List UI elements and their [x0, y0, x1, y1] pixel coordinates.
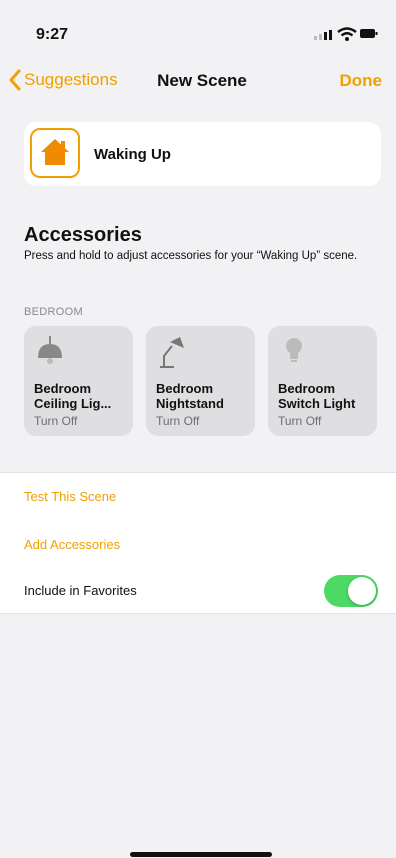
wifi-icon: [337, 27, 357, 41]
scene-name: Waking Up: [94, 146, 171, 163]
accessory-tile-switch-light[interactable]: Bedroom Switch Light Turn Off: [268, 326, 377, 436]
status-icons: [314, 27, 378, 41]
accessory-name: Bedroom Ceiling Lig...: [34, 381, 112, 411]
status-bar: 9:27: [0, 0, 396, 58]
test-scene-button[interactable]: Test This Scene: [24, 489, 116, 504]
scene-name-card[interactable]: Waking Up: [24, 122, 381, 186]
accessory-name: Bedroom Nightstand: [156, 381, 224, 411]
page-title: New Scene: [157, 71, 247, 90]
accessories-description: Press and hold to adjust accessories for…: [24, 250, 358, 262]
favorites-toggle[interactable]: [324, 575, 378, 607]
house-icon: [41, 139, 69, 165]
status-time: 9:27: [36, 26, 69, 43]
ceiling-light-icon: [38, 336, 62, 364]
battery-icon: [360, 29, 378, 38]
toggle-knob: [348, 577, 376, 605]
done-button[interactable]: Done: [340, 71, 383, 91]
navigation-bar: Suggestions New Scene Done: [0, 62, 396, 98]
accessory-status: Turn Off: [156, 414, 200, 428]
room-label: BEDROOM: [24, 306, 83, 318]
add-accessories-button[interactable]: Add Accessories: [24, 537, 120, 552]
accessory-tile-nightstand[interactable]: Bedroom Nightstand Turn Off: [146, 326, 255, 436]
signal-icon: [314, 30, 332, 40]
desk-lamp-icon: [160, 337, 184, 368]
favorites-label: Include in Favorites: [24, 583, 137, 598]
accessory-tile-ceiling-light[interactable]: Bedroom Ceiling Lig... Turn Off: [24, 326, 133, 436]
accessory-status: Turn Off: [278, 414, 322, 428]
light-bulb-icon: [286, 338, 302, 362]
scene-actions-section: Test This Scene Add Accessories Include …: [0, 472, 396, 614]
accessory-status: Turn Off: [34, 414, 78, 428]
scene-icon-button[interactable]: [30, 128, 80, 178]
accessories-heading: Accessories: [24, 224, 142, 246]
accessory-name: Bedroom Switch Light: [278, 381, 356, 411]
home-indicator[interactable]: [130, 852, 272, 857]
